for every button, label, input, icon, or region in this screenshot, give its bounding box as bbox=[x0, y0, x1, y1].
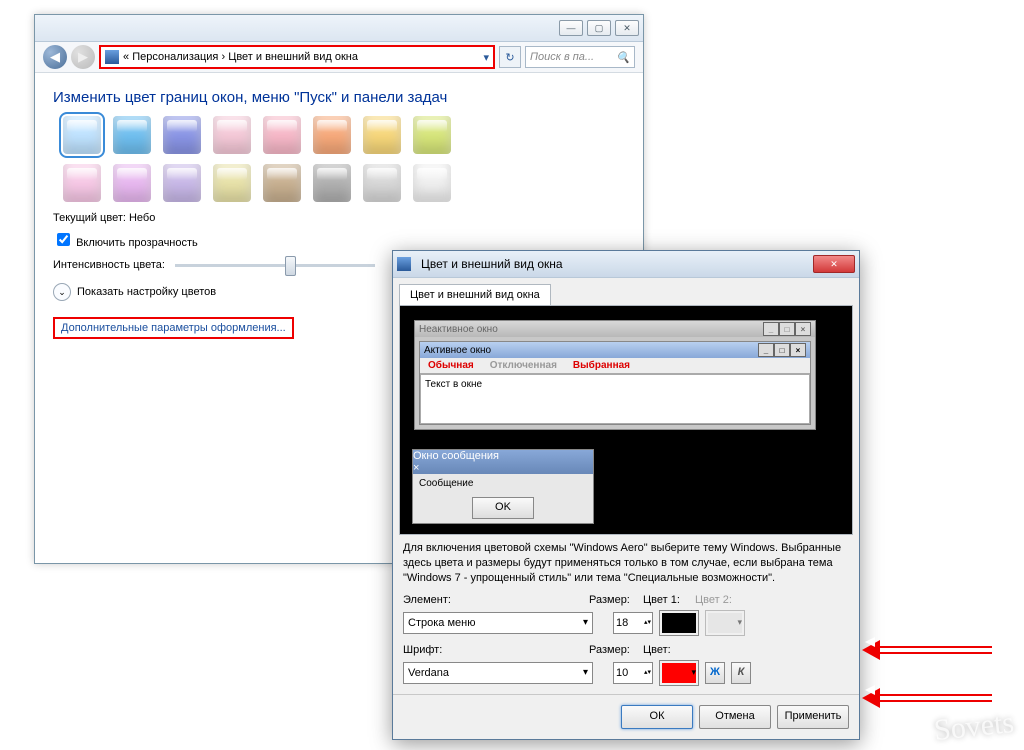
dialog-titlebar: Цвет и внешний вид окна ✕ bbox=[393, 251, 859, 278]
color2-button bbox=[705, 610, 745, 636]
intensity-track[interactable] bbox=[175, 264, 375, 267]
main-titlebar: — ▢ ✕ bbox=[35, 15, 643, 42]
bold-button[interactable]: Ж bbox=[705, 662, 725, 684]
color-swatch[interactable] bbox=[363, 116, 401, 154]
search-input[interactable]: Поиск в па... 🔍 bbox=[525, 46, 635, 68]
annotation-arrow-1 bbox=[862, 642, 992, 658]
preview-active-window[interactable]: Активное окно_□× Обычная Отключенная Выб… bbox=[419, 341, 811, 425]
preview-area: Неактивное окно_□× Активное окно_□× Обыч… bbox=[399, 305, 853, 535]
color1-label: Цвет 1: bbox=[643, 594, 689, 606]
crumb-prefix: « bbox=[123, 51, 129, 63]
apply-button[interactable]: Применить bbox=[777, 705, 849, 729]
dialog-button-bar: ОК Отмена Применить bbox=[393, 694, 859, 739]
search-icon: 🔍 bbox=[616, 51, 630, 64]
italic-button[interactable]: К bbox=[731, 662, 751, 684]
dialog-icon bbox=[397, 257, 411, 271]
preview-ok-button[interactable]: OK bbox=[472, 497, 534, 519]
intensity-label: Интенсивность цвета: bbox=[53, 259, 165, 271]
font-size-label: Размер: bbox=[589, 644, 637, 656]
preview-inactive-window[interactable]: Неактивное окно_□× Активное окно_□× Обыч… bbox=[414, 320, 816, 430]
preview-tab-selected[interactable]: Выбранная bbox=[565, 358, 638, 373]
current-color: Текущий цвет: Небо bbox=[53, 212, 643, 224]
color-swatch[interactable] bbox=[263, 116, 301, 154]
preview-message-box[interactable]: Окно сообщения× Сообщение OK bbox=[412, 449, 594, 524]
color-swatches bbox=[63, 116, 643, 202]
color-swatch[interactable] bbox=[113, 116, 151, 154]
crumb-sep: › bbox=[221, 51, 225, 63]
cancel-button[interactable]: Отмена bbox=[699, 705, 771, 729]
back-button[interactable]: ◀ bbox=[43, 45, 67, 69]
preview-text: Текст в окне bbox=[420, 374, 810, 424]
maximize-button[interactable]: ▢ bbox=[587, 20, 611, 36]
element-combo[interactable]: Строка меню bbox=[403, 612, 593, 634]
dialog-title: Цвет и внешний вид окна bbox=[415, 257, 813, 271]
color-swatch[interactable] bbox=[363, 164, 401, 202]
color-swatch[interactable] bbox=[163, 116, 201, 154]
crumb-1[interactable]: Персонализация bbox=[132, 51, 218, 63]
font-color-button[interactable] bbox=[659, 660, 699, 686]
minimize-button[interactable]: — bbox=[559, 20, 583, 36]
appearance-dialog: Цвет и внешний вид окна ✕ Цвет и внешний… bbox=[392, 250, 860, 740]
font-color-label: Цвет: bbox=[643, 644, 671, 656]
color-swatch[interactable] bbox=[313, 164, 351, 202]
color-swatch[interactable] bbox=[263, 164, 301, 202]
element-label: Элемент: bbox=[403, 594, 583, 606]
dialog-info-text: Для включения цветовой схемы "Windows Ae… bbox=[393, 535, 859, 592]
color2-label: Цвет 2: bbox=[695, 594, 732, 606]
dialog-tab[interactable]: Цвет и внешний вид окна bbox=[399, 284, 551, 305]
transparency-label: Включить прозрачность bbox=[76, 237, 198, 249]
preview-tab-disabled[interactable]: Отключенная bbox=[482, 358, 565, 373]
preview-tab-normal[interactable]: Обычная bbox=[420, 358, 482, 373]
chevron-down-icon: ⌄ bbox=[53, 283, 71, 301]
transparency-checkbox[interactable]: Включить прозрачность bbox=[53, 230, 643, 249]
element-size-spinner[interactable]: 18 bbox=[613, 612, 653, 634]
ok-button[interactable]: ОК bbox=[621, 705, 693, 729]
watermark: Sovets bbox=[932, 706, 1015, 748]
annotation-arrow-2 bbox=[862, 690, 992, 706]
color1-button[interactable] bbox=[659, 610, 699, 636]
page-title: Изменить цвет границ окон, меню "Пуск" и… bbox=[53, 89, 643, 106]
crumb-2[interactable]: Цвет и внешний вид окна bbox=[228, 51, 358, 63]
control-panel-icon bbox=[105, 50, 119, 64]
search-placeholder: Поиск в па... bbox=[530, 51, 594, 63]
color-swatch[interactable] bbox=[213, 164, 251, 202]
color-swatch[interactable] bbox=[63, 164, 101, 202]
size-label: Размер: bbox=[589, 594, 637, 606]
nav-bar: ◀ ▶ « Персонализация › Цвет и внешний ви… bbox=[35, 42, 643, 73]
color-swatch[interactable] bbox=[413, 116, 451, 154]
font-size-spinner[interactable]: 10 bbox=[613, 662, 653, 684]
close-button[interactable]: ✕ bbox=[615, 20, 639, 36]
font-combo[interactable]: Verdana bbox=[403, 662, 593, 684]
breadcrumb[interactable]: « Персонализация › Цвет и внешний вид ок… bbox=[99, 45, 495, 69]
color-swatch[interactable] bbox=[213, 116, 251, 154]
color-swatch[interactable] bbox=[113, 164, 151, 202]
show-mixer-label: Показать настройку цветов bbox=[77, 286, 216, 298]
advanced-appearance-link[interactable]: Дополнительные параметры оформления... bbox=[53, 317, 294, 339]
color-swatch[interactable] bbox=[63, 116, 101, 154]
color-swatch[interactable] bbox=[163, 164, 201, 202]
font-label: Шрифт: bbox=[403, 644, 583, 656]
color-swatch[interactable] bbox=[413, 164, 451, 202]
forward-button[interactable]: ▶ bbox=[71, 45, 95, 69]
color-swatch[interactable] bbox=[313, 116, 351, 154]
intensity-thumb[interactable] bbox=[285, 256, 296, 276]
dialog-close-button[interactable]: ✕ bbox=[813, 255, 855, 273]
refresh-button[interactable]: ↻ bbox=[499, 46, 521, 68]
